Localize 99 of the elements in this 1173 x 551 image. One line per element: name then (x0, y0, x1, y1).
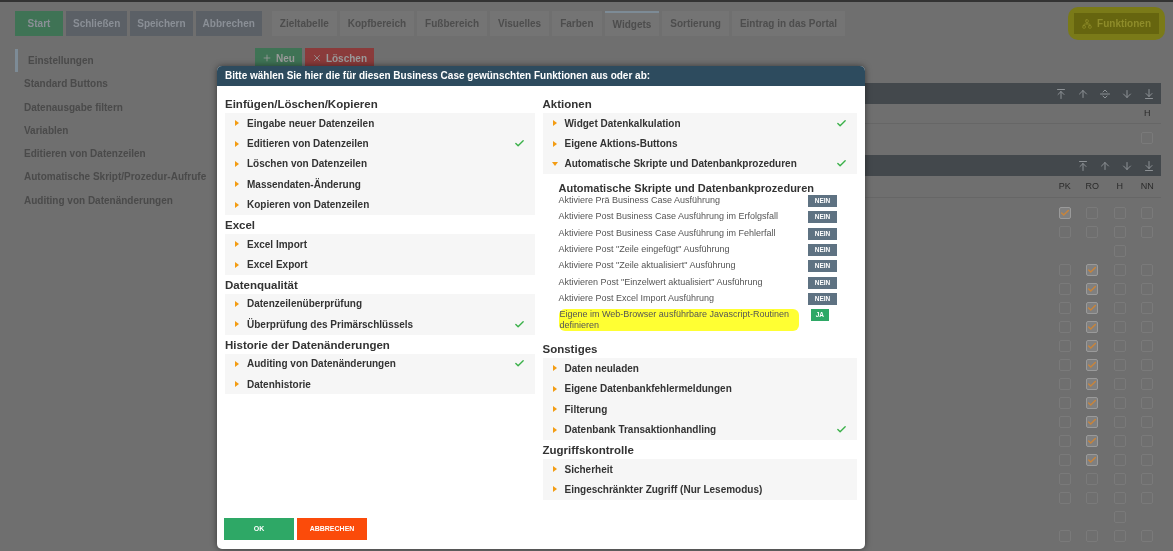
caret-icon (551, 140, 558, 147)
checkbox[interactable] (1086, 282, 1099, 295)
check-icon (1087, 321, 1098, 332)
function-item[interactable]: Kopieren von Datenzeilen (225, 194, 535, 215)
check-icon (1087, 397, 1098, 408)
checkbox[interactable] (1086, 358, 1099, 371)
section-title: Zugriffskontrolle (542, 442, 635, 458)
caret-icon (551, 466, 558, 472)
section-title: Datenqualität (225, 277, 299, 293)
checkbox[interactable] (1086, 320, 1099, 333)
caret-icon (551, 406, 558, 413)
function-item[interactable]: Datenbank Transaktionhandling (542, 419, 857, 440)
check-icon (836, 117, 847, 129)
network-icon (1082, 18, 1093, 29)
option-label: Aktiviere Post Business Case Ausführung im Fehlerfall (558, 227, 777, 239)
option-label: Aktiviere Prä Business Case Ausführung (558, 195, 722, 207)
caret-icon (234, 181, 240, 188)
check-icon (1087, 416, 1098, 427)
checkbox[interactable] (1086, 263, 1099, 276)
caret-icon (551, 365, 558, 372)
function-item[interactable]: Excel Import (225, 233, 535, 255)
section-title: Sonstiges (542, 342, 599, 358)
function-item[interactable]: Daten neuladen (542, 358, 857, 379)
function-item[interactable]: Löschen von Datenzeilen (225, 153, 535, 175)
function-item[interactable]: Excel Export (225, 254, 535, 275)
checkbox[interactable] (1086, 434, 1099, 447)
caret-icon (551, 120, 558, 127)
option-label: Aktiviere Post Business Case Ausführung im Erfolgsfall (558, 211, 780, 223)
function-item[interactable]: Editieren von Datenzeilen (225, 133, 535, 154)
checkbox[interactable] (1058, 206, 1071, 219)
arrow-top-icon[interactable] (1077, 159, 1089, 172)
check-icon (1087, 302, 1098, 313)
option-label: Aktiviere Post "Zeile aktualisiert" Ausführung (558, 260, 737, 272)
option-label: Aktiviere Post Excel Import Ausführung (558, 292, 716, 304)
check-icon (1087, 454, 1098, 465)
dialog-title: Bitte wählen Sie hier die für diesen Business Case gewünschten Funktionen aus oder ab: (217, 66, 865, 86)
plus-icon (262, 53, 272, 63)
caret-icon (234, 300, 240, 307)
function-item[interactable]: Eingeschränkter Zugriff (Nur Lesemodus) (542, 479, 857, 500)
section-title: Historie der Datenänderungen (225, 337, 391, 353)
check-icon (1087, 340, 1098, 351)
column-header: RO (1085, 179, 1099, 193)
caret-icon (234, 120, 240, 127)
caret-icon (234, 261, 240, 268)
function-item[interactable]: Sicherheit (542, 458, 857, 480)
check-icon (1087, 378, 1098, 389)
split-icon[interactable] (1099, 87, 1111, 100)
arrow-bottom-icon[interactable] (1143, 87, 1155, 100)
function-item[interactable]: Datenhistorie (225, 373, 535, 395)
option-label: Aktivieren Post "Einzelwert aktualisiert" Ausführung (558, 276, 764, 288)
caret-icon (234, 160, 240, 167)
function-item[interactable]: Eingabe neuer Datenzeilen (225, 113, 535, 134)
caret-icon (234, 201, 240, 208)
function-item[interactable]: Eigene Aktions-Buttons (542, 133, 857, 154)
caret-icon (551, 160, 558, 167)
detail-title: Automatische Skripte und Datenbankprozeduren (558, 182, 815, 196)
checkbox[interactable] (1086, 453, 1099, 466)
action-button[interactable]: Löschen (304, 48, 375, 68)
caret-icon (234, 360, 240, 367)
close-icon (311, 53, 322, 63)
checkbox[interactable] (1086, 377, 1099, 390)
caret-icon (234, 381, 240, 388)
section-title: Excel (225, 217, 257, 233)
section-title: Einfügen/Löschen/Kopieren (225, 97, 379, 112)
function-item[interactable]: Widget Datenkalkulation (542, 113, 857, 134)
column-header: NN (1140, 179, 1154, 193)
function-item[interactable]: Eigene Datenbankfehlermeldungen (542, 378, 857, 400)
function-item[interactable]: Datenzeilenüberprüfung (225, 293, 535, 315)
caret-icon (234, 241, 240, 248)
checkbox[interactable] (1086, 396, 1099, 409)
option-label: Eigene im Web-Browser ausführbare Javascript-Routinen definieren (558, 309, 799, 332)
checkbox[interactable] (1086, 301, 1099, 314)
arrow-down-icon[interactable] (1121, 159, 1133, 172)
check-icon (1087, 264, 1098, 275)
arrow-down-icon[interactable] (1121, 87, 1133, 100)
caret-icon (234, 140, 240, 147)
caret-icon (551, 385, 558, 392)
column-header: PK (1058, 179, 1071, 193)
arrow-up-icon[interactable] (1099, 159, 1111, 172)
caret-icon (234, 321, 240, 328)
arrow-up-icon[interactable] (1077, 87, 1089, 100)
check-icon (1087, 283, 1098, 294)
check-icon (1087, 359, 1098, 370)
caret-icon (551, 486, 558, 493)
caret-icon (551, 426, 558, 433)
function-item[interactable]: Massendaten-Änderung (225, 174, 535, 195)
check-icon (1059, 207, 1070, 218)
checkbox[interactable] (1086, 339, 1099, 352)
option-label: Aktiviere Post "Zeile eingefügt" Ausführung (558, 244, 731, 256)
function-item[interactable]: Auditing von Datenänderungen (225, 353, 535, 374)
function-item[interactable]: Überprüfung des Primärschlüssels (225, 314, 535, 335)
section-title: Aktionen (542, 97, 593, 112)
arrow-bottom-icon[interactable] (1143, 159, 1155, 172)
function-item[interactable]: Filterung (542, 399, 857, 420)
function-item[interactable]: Automatische Skripte und Datenbankprozeduren (542, 153, 857, 175)
check-icon (513, 318, 525, 330)
checkbox[interactable] (1086, 415, 1099, 428)
check-icon (1087, 435, 1098, 446)
arrow-top-icon[interactable] (1055, 87, 1067, 100)
